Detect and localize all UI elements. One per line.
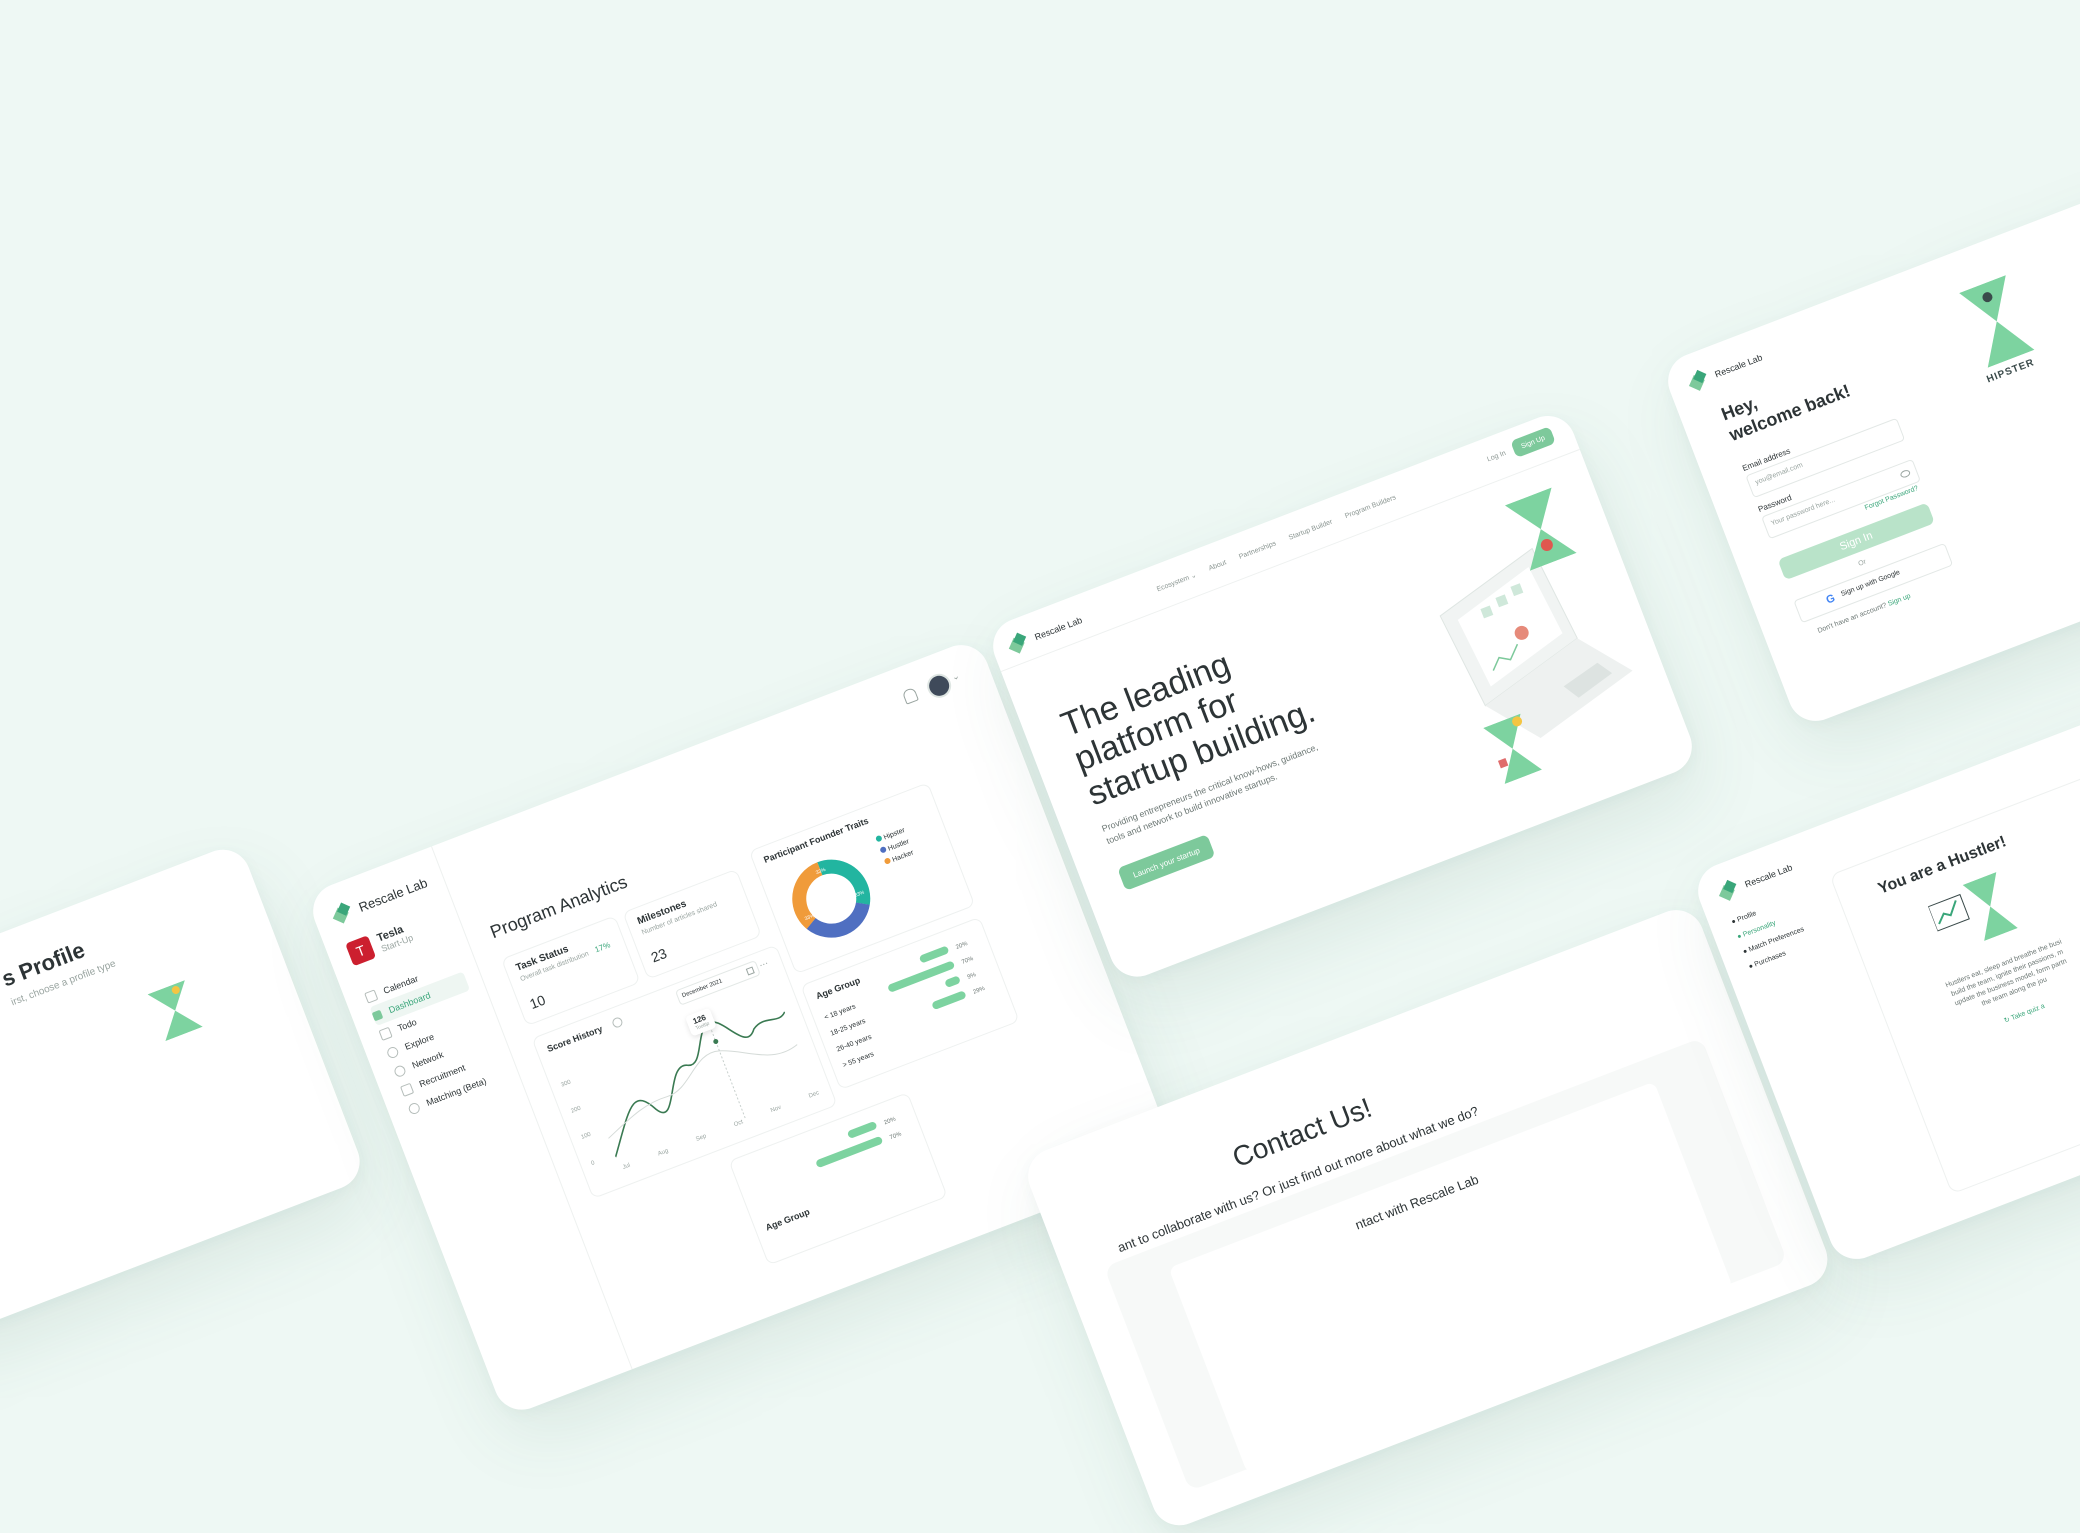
profile-card: s Profile irst, choose a profile type bbox=[0, 841, 368, 1347]
login-card: Rescale Lab Hey, welcome back! Email add… bbox=[1660, 164, 2080, 730]
google-icon: G bbox=[1824, 592, 1837, 607]
age-bar-1 bbox=[918, 945, 950, 964]
retake-quiz-link[interactable]: ↻ Take quiz a bbox=[2003, 1002, 2046, 1025]
or-divider: Or bbox=[1857, 558, 1868, 568]
age-bar-2-2 bbox=[815, 1135, 884, 1169]
brand-name: Rescale Lab bbox=[1743, 862, 1794, 890]
avatar[interactable] bbox=[923, 670, 955, 702]
login-logo: Rescale Lab bbox=[1688, 349, 1765, 393]
calendar-small-icon bbox=[745, 966, 755, 976]
recruitment-icon bbox=[399, 1082, 415, 1097]
milestones-value: 23 bbox=[648, 944, 669, 966]
nav-ecosystem[interactable]: Ecosystem ⌄ bbox=[1156, 571, 1198, 594]
age-bar-4 bbox=[931, 990, 967, 1011]
age-pct-labels-2: 20% 70% bbox=[883, 1116, 903, 1142]
explore-icon bbox=[385, 1044, 400, 1060]
nav-partnerships[interactable]: Partnerships bbox=[1238, 540, 1278, 562]
hustler-illustration bbox=[1925, 871, 2021, 956]
rescale-logo-icon bbox=[332, 902, 355, 925]
rescale-logo-icon bbox=[1008, 632, 1031, 655]
hustler-description: Hustlers eat, sleep and breathe the busi… bbox=[1944, 938, 2068, 1008]
rescale-logo-icon bbox=[1688, 369, 1711, 392]
signup-button[interactable]: Sign Up bbox=[1510, 426, 1556, 459]
refresh-icon: ↻ bbox=[2003, 1016, 2012, 1025]
landing-logo: Rescale Lab bbox=[1008, 611, 1085, 655]
chevron-down-icon[interactable]: ⌄ bbox=[950, 670, 961, 683]
age-bar-2-1 bbox=[846, 1120, 878, 1140]
google-signup-label: Sign up with Google bbox=[1840, 569, 1902, 599]
age-group-title-2: Age Group bbox=[764, 1206, 812, 1233]
age-pct-labels: 20% 70% 9% 29% bbox=[955, 941, 986, 996]
chevron-down-icon: ⌄ bbox=[1189, 571, 1198, 581]
landing-card: Rescale Lab Ecosystem ⌄ About Partnershi… bbox=[985, 407, 1700, 985]
login-link[interactable]: Log In bbox=[1486, 450, 1507, 464]
tesla-logo-icon: T bbox=[345, 935, 377, 967]
hero-headline: The leading platform for startup buildin… bbox=[1055, 645, 1321, 814]
landing-nav: Ecosystem ⌄ About Partnerships Startup B… bbox=[1156, 494, 1398, 593]
month-selector-value: December 2021 bbox=[681, 978, 724, 1000]
info-icon bbox=[610, 1016, 624, 1029]
age-bar-2 bbox=[887, 960, 956, 993]
contact-form-panel: ntact with Rescale Lab bbox=[1103, 1037, 1788, 1492]
matching-icon bbox=[406, 1100, 422, 1116]
more-menu-icon[interactable]: ⋯ bbox=[758, 958, 770, 971]
age-bar-3 bbox=[944, 975, 962, 989]
nav-startup-builder[interactable]: Startup Builder bbox=[1288, 519, 1334, 543]
signup-link[interactable]: Sign up bbox=[1887, 593, 1912, 608]
org-block: T Tesla Start-Up bbox=[345, 920, 415, 967]
nav-program-builders[interactable]: Program Builders bbox=[1344, 494, 1397, 521]
todo-icon bbox=[378, 1026, 393, 1041]
traits-donut-chart: 33% 33% 33% bbox=[792, 859, 871, 938]
rescale-logo-icon bbox=[1718, 879, 1741, 902]
profile-nav: ● Profile ● Personality ● Match Preferen… bbox=[1729, 892, 1813, 975]
dashboard-logo: Rescale Lab bbox=[332, 873, 430, 925]
brand-name: Rescale Lab bbox=[1033, 614, 1084, 643]
hustler-content: You are a Hustler! Hustlers eat, sleep a… bbox=[1829, 731, 2080, 1195]
score-history-title: Score History bbox=[545, 1023, 604, 1055]
traits-legend: Hipster Hustler Hacker bbox=[875, 825, 916, 869]
eye-icon[interactable] bbox=[1899, 468, 1912, 479]
task-status-value: 10 bbox=[527, 991, 548, 1013]
bell-icon[interactable] bbox=[901, 686, 919, 705]
nav-about[interactable]: About bbox=[1208, 559, 1228, 573]
hourglass-illustration bbox=[147, 980, 203, 1042]
contact-card: Contact Us! ant to collaborate with us? … bbox=[1020, 901, 1836, 1533]
network-icon bbox=[392, 1063, 407, 1078]
calendar-icon bbox=[363, 988, 379, 1004]
age-group-labels: < 18 years 18-25 years 26-40 years > 55 … bbox=[823, 1003, 875, 1070]
contact-form-title: ntact with Rescale Lab bbox=[1353, 1171, 1481, 1233]
brand-name: Rescale Lab bbox=[356, 874, 430, 915]
dashboard-icon bbox=[371, 1009, 384, 1021]
launch-startup-button[interactable]: Launch your startup bbox=[1117, 834, 1216, 891]
hipster-illustration bbox=[1954, 273, 2039, 369]
sidebar-nav: Calendar Dashboard Todo Explore Network … bbox=[362, 953, 506, 1120]
task-status-percent: 17% bbox=[593, 940, 612, 955]
brand-name: Rescale Lab bbox=[1713, 352, 1764, 380]
